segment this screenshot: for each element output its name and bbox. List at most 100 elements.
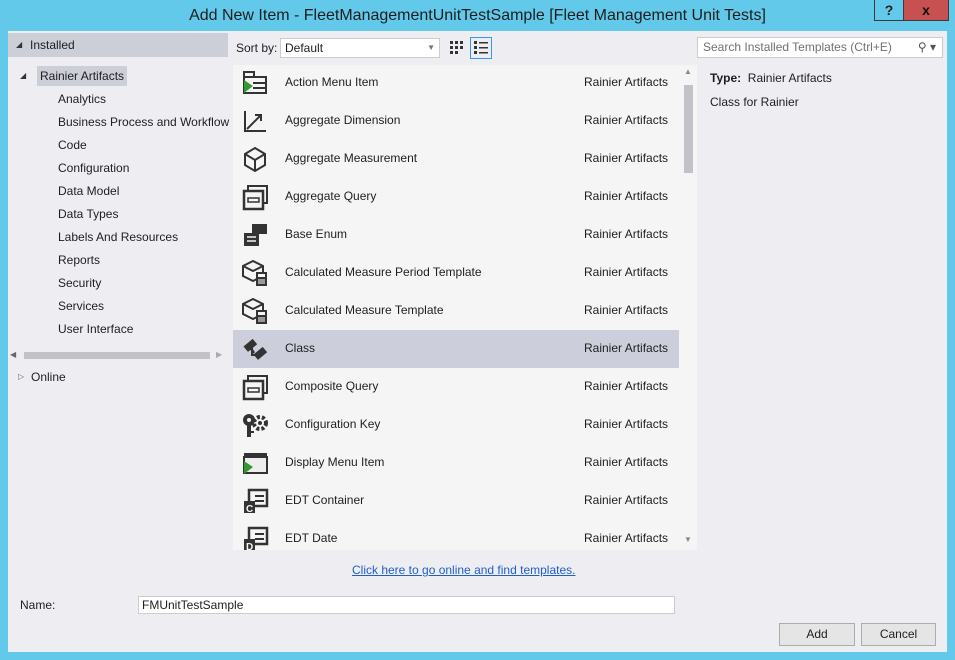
tree-online[interactable]: ▷ Online [18,367,66,387]
sort-by-label: Sort by: [236,41,278,55]
tree-item[interactable]: Data Model [58,181,119,201]
template-type: Rainier Artifacts [584,379,669,393]
aggregate-measurement-icon [244,146,266,173]
template-item[interactable]: Aggregate Measurement Rainier Artifacts [233,140,679,178]
template-type: Rainier Artifacts [584,531,669,545]
template-item[interactable]: Calculated Measure Template Rainier Artif… [233,292,679,330]
list-view-icon [474,41,488,54]
template-name: EDT Container [285,493,365,507]
template-type: Rainier Artifacts [584,189,669,203]
tree-item[interactable]: Code [58,135,87,155]
name-label: Name: [20,598,56,612]
template-item[interactable]: Class Rainier Artifacts [233,330,679,368]
template-type: Rainier Artifacts [584,417,669,431]
tree-item[interactable]: Labels And Resources [58,227,178,247]
cancel-button[interactable]: Cancel [861,623,936,646]
template-name: EDT Date [285,531,338,545]
query-icon [242,185,268,211]
template-list: Action Menu Item Rainier Artifacts Aggrega… [233,65,697,550]
tree-installed[interactable]: ◢ Installed [8,33,228,57]
scroll-down-icon[interactable]: ▼ [684,535,692,544]
expanded-icon[interactable]: ◢ [20,71,26,80]
template-description: Class for Rainier [710,95,799,109]
scrollbar-thumb[interactable] [684,85,693,173]
tree-item[interactable]: Reports [58,250,100,270]
query-icon [242,375,268,401]
tree-item[interactable]: Business Process and Workflow [58,112,229,132]
horizontal-scrollbar[interactable]: ◀ ▶ [10,350,224,360]
template-type: Rainier Artifacts [584,455,669,469]
sort-dropdown[interactable]: Default ▼ [280,38,440,58]
svg-text:D: D [246,542,253,550]
template-name: Action Menu Item [285,75,379,89]
action-menu-item-icon [243,71,267,94]
template-name: Calculated Measure Period Template [285,265,482,279]
dialog-body: ◢ Installed ◢ Rainier Artifacts Analytics… [8,31,947,652]
name-input[interactable] [138,596,675,614]
template-type: Rainier Artifacts [584,341,669,355]
template-item[interactable]: Configuration Key Rainier Artifacts [233,406,679,444]
vertical-scrollbar[interactable]: ▲ ▼ [680,65,697,550]
search-icon[interactable]: ⚲ ▾ [918,38,936,57]
template-details: Type: Rainier Artifacts [710,71,832,85]
tree-rainier-artifacts[interactable]: Rainier Artifacts [37,66,128,86]
tree-item[interactable]: Data Types [58,204,118,224]
template-name: Aggregate Measurement [285,151,418,165]
search-placeholder: Search Installed Templates (Ctrl+E) [703,40,892,54]
help-button[interactable]: ? [874,0,904,21]
expanded-icon: ◢ [16,40,23,49]
template-type: Rainier Artifacts [584,303,669,317]
svg-text:C: C [246,504,253,515]
type-value: Rainier Artifacts [747,71,832,85]
tree-item[interactable]: Security [58,273,101,293]
grid-view-icon [450,41,463,54]
calculated-measure-icon [242,259,267,286]
template-item[interactable]: Display Menu Item Rainier Artifacts [233,444,679,482]
tree-item[interactable]: Analytics [58,89,106,109]
sort-value: Default [285,41,324,55]
chevron-down-icon: ▼ [427,43,435,52]
template-type: Rainier Artifacts [584,227,669,241]
edt-container-icon: C [244,488,269,515]
scroll-up-icon[interactable]: ▲ [684,67,692,76]
template-type: Rainier Artifacts [584,151,669,165]
online-templates-link[interactable]: Click here to go online and find templat… [352,563,575,577]
close-button[interactable]: x [903,0,949,21]
template-item[interactable]: C EDT Container Rainier Artifacts [233,482,679,520]
template-item[interactable]: Aggregate Dimension Rainier Artifacts [233,102,679,140]
template-item[interactable]: Aggregate Query Rainier Artifacts [233,178,679,216]
template-item[interactable]: Composite Query Rainier Artifacts [233,368,679,406]
template-type: Rainier Artifacts [584,75,669,89]
tree-item[interactable]: User Interface [58,319,133,339]
base-enum-icon [244,224,267,246]
scroll-left-icon[interactable]: ◀ [10,350,16,359]
template-name: Configuration Key [285,417,381,431]
edt-date-icon: D [244,526,269,550]
type-label: Type: [710,71,742,85]
class-icon [243,338,268,360]
category-tree: ◢ Installed ◢ Rainier Artifacts Analytics… [8,31,229,591]
template-name: Composite Query [285,379,379,393]
template-item[interactable]: Calculated Measure Period Template Rainie… [233,254,679,292]
calculated-measure-icon [242,297,267,324]
template-item[interactable]: Base Enum Rainier Artifacts [233,216,679,254]
window-title: Add New Item - FleetManagementUnitTestSa… [189,7,766,24]
add-button[interactable]: Add [779,623,855,646]
template-name: Aggregate Dimension [285,113,401,127]
scrollbar-thumb[interactable] [24,352,210,359]
small-icons-view-button[interactable] [446,37,468,59]
template-name: Display Menu Item [285,455,385,469]
tree-label: Installed [30,38,75,52]
template-type: Rainier Artifacts [584,113,669,127]
template-item[interactable]: D EDT Date Rainier Artifacts [233,520,679,550]
tree-label: Online [31,370,66,384]
tree-item[interactable]: Configuration [58,158,129,178]
details-view-button[interactable] [470,37,492,59]
template-name: Class [285,341,316,355]
scroll-right-icon[interactable]: ▶ [216,350,222,359]
search-input[interactable]: Search Installed Templates (Ctrl+E) ⚲ ▾ [697,37,943,58]
display-menu-item-icon [243,453,268,474]
tree-item[interactable]: Services [58,296,104,316]
collapsed-icon: ▷ [18,372,25,381]
template-item[interactable]: Action Menu Item Rainier Artifacts [233,65,679,102]
